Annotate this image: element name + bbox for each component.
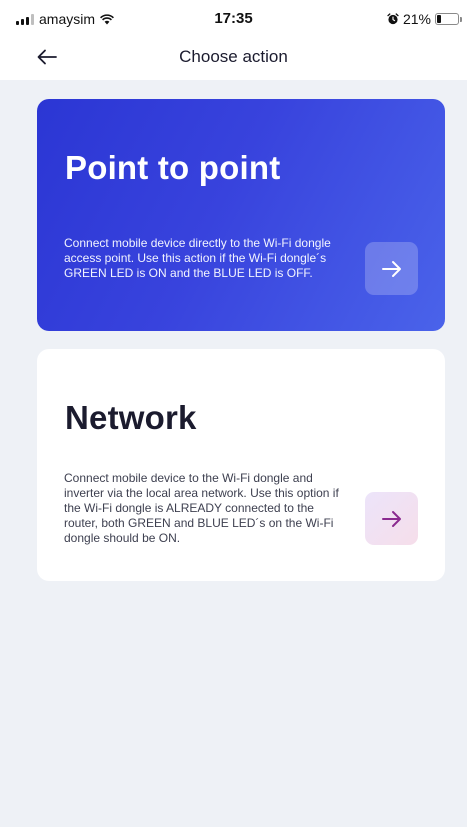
status-right: 21%: [387, 11, 462, 27]
card-description: Connect mobile device directly to the Wi…: [64, 236, 331, 280]
screen: amaysim 17:35 21% Choose action Point to…: [0, 0, 467, 827]
card-title: Network: [65, 399, 197, 436]
battery-icon: [435, 13, 462, 25]
alarm-icon: [387, 13, 399, 25]
network-arrow-button[interactable]: [365, 492, 418, 545]
battery-fill: [437, 15, 442, 23]
header: Choose action: [0, 34, 467, 80]
network-card[interactable]: Network Connect mobile device to the Wi-…: [37, 349, 445, 581]
card-description: Connect mobile device to the Wi-Fi dongl…: [64, 471, 339, 545]
card-title: Point to point: [65, 149, 281, 186]
page-title: Choose action: [179, 47, 288, 66]
status-bar: amaysim 17:35 21%: [0, 0, 467, 34]
point-to-point-card[interactable]: Point to point Connect mobile device dir…: [37, 99, 445, 331]
point-to-point-arrow-button[interactable]: [365, 242, 418, 295]
arrow-right-icon: [381, 510, 401, 527]
battery-percent: 21%: [402, 11, 431, 27]
arrow-right-icon: [381, 260, 401, 277]
